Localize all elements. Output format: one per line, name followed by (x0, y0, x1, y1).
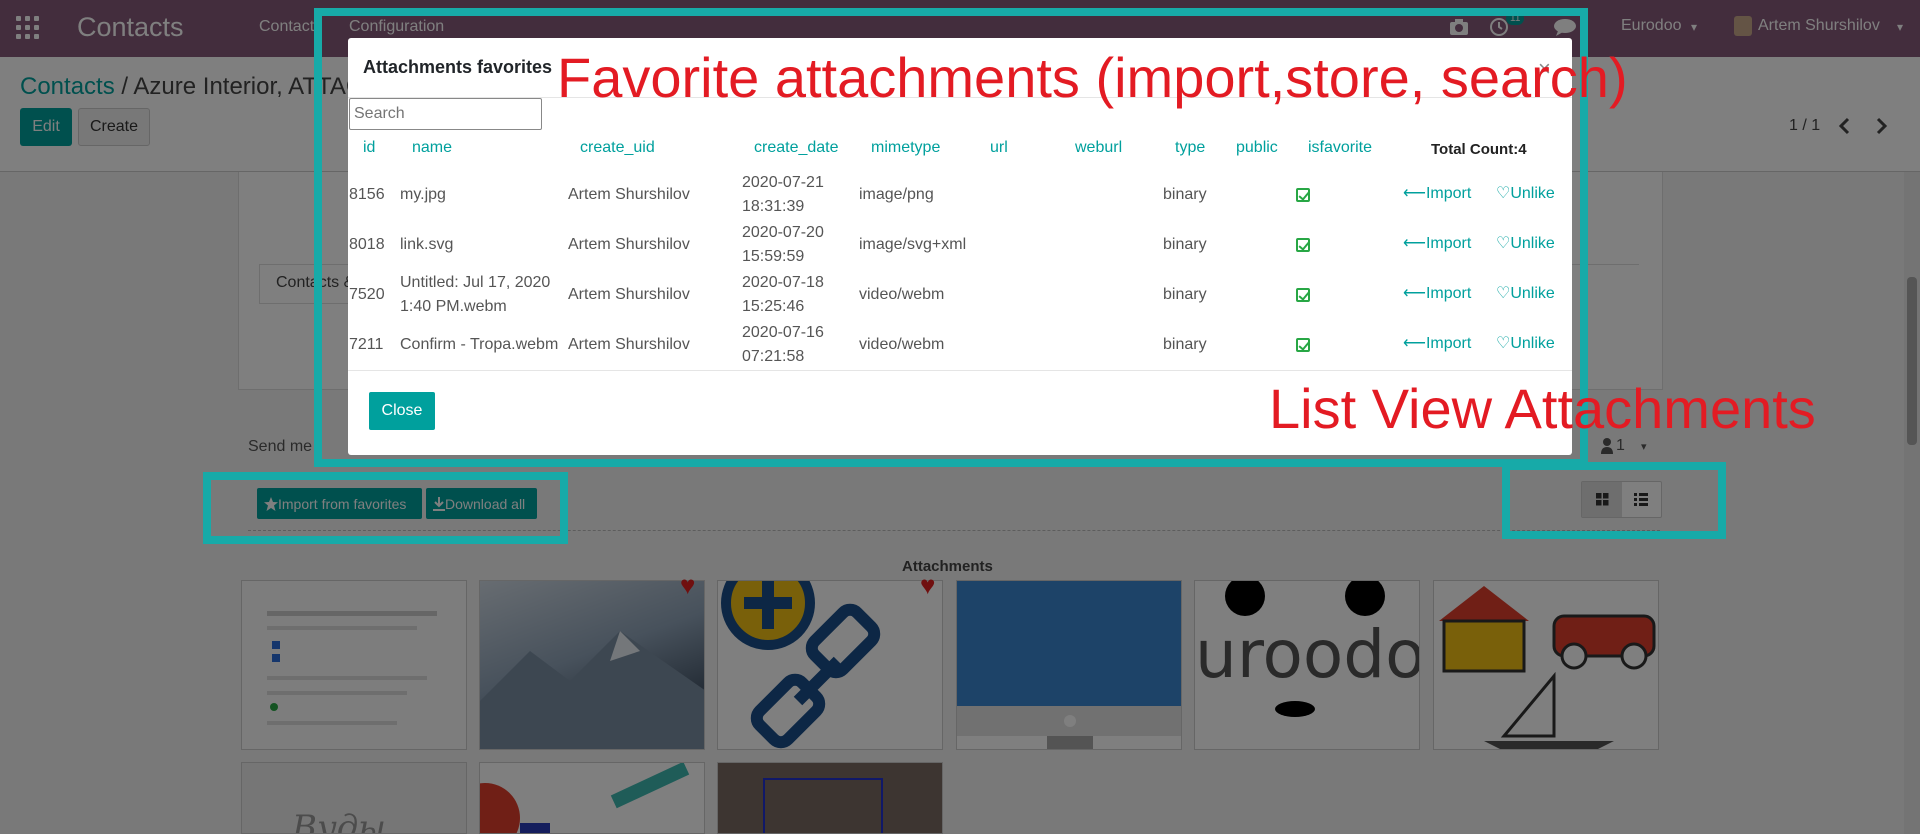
annotation-favorites: Favorite attachments (import,store, sear… (557, 46, 1628, 109)
annotation-list-view: List View Attachments (1269, 377, 1816, 440)
view-switcher-highlight (1502, 462, 1726, 539)
chatter-buttons-highlight (203, 472, 568, 544)
